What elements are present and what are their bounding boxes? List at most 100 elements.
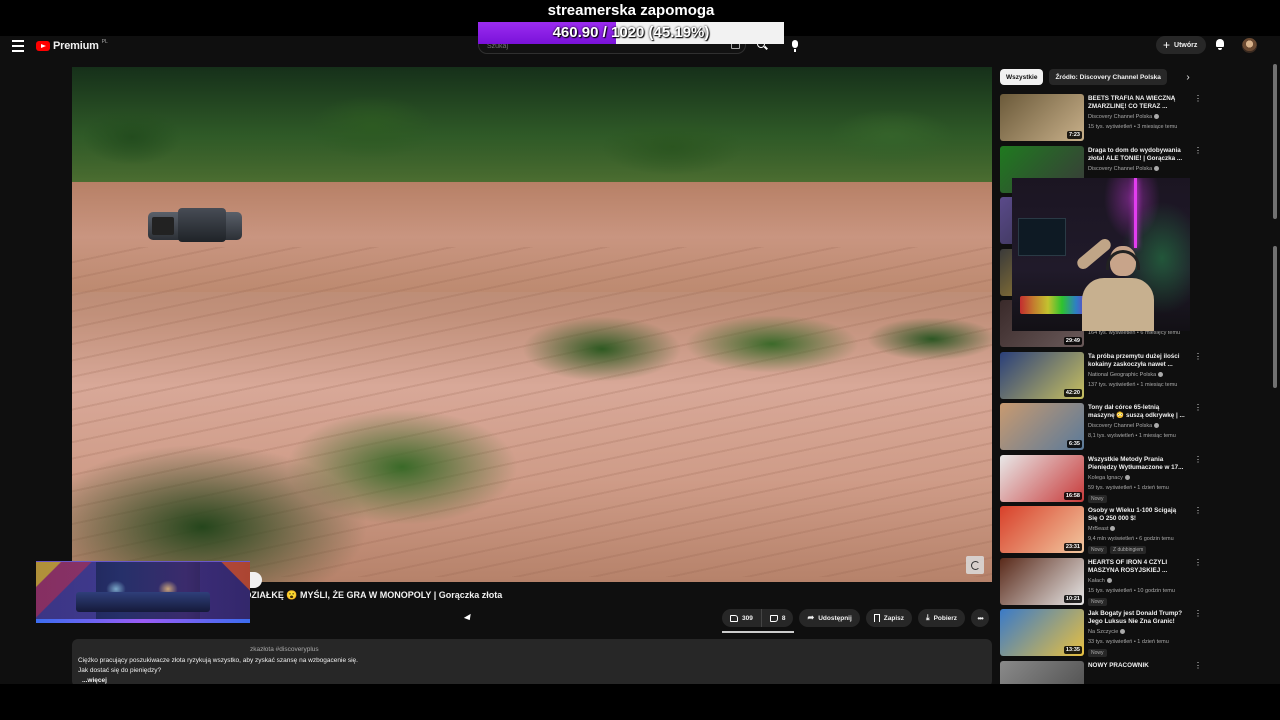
description-tags[interactable]: zkazłota #discoveryplus <box>250 646 319 653</box>
channel-name[interactable]: Discovery Channel Polska <box>1088 166 1152 172</box>
recommendation-thumbnail[interactable]: 7:23 <box>1000 94 1084 141</box>
youtube-logo[interactable]: Premium PL <box>36 38 108 54</box>
recommendation-meta: 137 tys. wyświetleń • 1 miesiąc temu <box>1088 381 1178 388</box>
description-box[interactable]: zkazłota #discoveryplus Ciężko pracujący… <box>72 639 992 684</box>
channel-name[interactable]: National Geographic Polska <box>1088 372 1156 378</box>
recommendation-title[interactable]: Tony dał córce 65-letnią maszynę 😳 suszą… <box>1088 404 1186 420</box>
video-frame-bushes-bottom <box>72 397 532 582</box>
download-button[interactable]: ⤓ Pobierz <box>918 609 966 627</box>
description-line-2: Jak dostać się do pieniędzy? <box>78 667 162 674</box>
chip-all[interactable]: Wszystkie <box>1000 69 1044 85</box>
recommendation-thumbnail[interactable]: 16:58 <box>1000 454 1084 502</box>
more-actions-button[interactable]: ••• <box>971 609 990 627</box>
more-options-icon[interactable]: ⋮ <box>1194 352 1202 361</box>
recommendation-channel[interactable]: Discovery Channel Polska <box>1088 423 1160 429</box>
video-actions: 309 8 ➦ Udostępnij Zapisz ⤓ Pobierz ••• <box>722 609 990 627</box>
video-duration: 29:49 <box>1063 337 1082 345</box>
dislike-button[interactable]: 8 <box>762 609 794 627</box>
more-options-icon[interactable]: ⋮ <box>1194 507 1202 515</box>
donation-progress-text: 460.90 / 1020 (45.19%) <box>552 24 710 41</box>
voice-search-button[interactable] <box>785 36 805 56</box>
video-duration: 42:20 <box>1063 388 1082 397</box>
avatar[interactable] <box>1242 38 1257 53</box>
share-button[interactable]: ➦ Udostępnij <box>799 609 860 627</box>
share-label: Udostępnij <box>818 614 852 622</box>
recommendation-channel[interactable]: Na Szczycie <box>1088 629 1126 635</box>
create-button[interactable]: + Utwórz <box>1156 36 1206 54</box>
recommendation-title[interactable]: HEARTS OF IRON 4 CZYLI MASZYNA ROSYJSKIE… <box>1088 559 1186 575</box>
recommendation-thumbnail[interactable]: 23:31 <box>1000 506 1084 553</box>
recommendation-item[interactable]: 13:35 Jak Bogaty jest Donald Trump? Jego … <box>1000 609 1210 661</box>
download-icon: ⤓ <box>926 613 930 622</box>
recommendation-title[interactable]: Draga to dom do wydobywania złota! ALE T… <box>1088 147 1186 163</box>
menu-icon[interactable] <box>12 40 24 52</box>
recommendation-thumbnail[interactable] <box>1000 660 1084 684</box>
channel-name[interactable]: Kolega Ignacy <box>1088 475 1123 481</box>
more-options-icon[interactable]: ⋮ <box>1194 455 1202 464</box>
verified-icon <box>1120 629 1126 635</box>
video-duration: 16:58 <box>1063 491 1082 500</box>
video-player[interactable] <box>72 67 992 582</box>
recommendation-channel[interactable]: Kałach <box>1088 578 1112 584</box>
channel-name[interactable]: Na Szczycie <box>1088 629 1118 635</box>
recommendation-channel[interactable]: Discovery Channel Polska <box>1088 114 1160 120</box>
recommendation-title[interactable]: Jak Bogaty jest Donald Trump? Jego Luksu… <box>1088 610 1186 626</box>
verified-icon <box>1154 165 1160 171</box>
video-duration: 23:31 <box>1063 543 1082 551</box>
like-button[interactable]: 309 <box>722 609 762 627</box>
recommendation-item[interactable]: 7:23 BEETS TRAFIA NA WIECZNĄ ZMARZLINĘ! C… <box>1000 94 1210 146</box>
more-options-icon[interactable]: ⋮ <box>1194 95 1202 103</box>
chevron-right-icon[interactable]: › <box>1182 71 1194 83</box>
recommendation-item[interactable]: 23:31 Osoby w Wieku 1-100 Ścigają Się O 2… <box>1000 506 1210 558</box>
recommendation-thumbnail[interactable]: 10:21 <box>1000 557 1084 605</box>
recommendation-item[interactable]: 16:58 Wszystkie Metody Prania Pieniędzy W… <box>1000 454 1210 507</box>
verified-icon <box>1154 423 1160 429</box>
channel-name[interactable]: Discovery Channel Polska <box>1088 114 1152 120</box>
thumb-up-icon <box>730 614 738 622</box>
recommendation-item[interactable]: 6:35 Tony dał córce 65-letnią maszynę 😳 s… <box>1000 403 1210 455</box>
recommendation-title[interactable]: Osoby w Wieku 1-100 Ścigają Się O 250 00… <box>1088 507 1186 523</box>
recommendation-meta: 15 tys. wyświetleń • 10 godzin temu <box>1088 587 1175 594</box>
recommendation-channel[interactable]: MrBeast <box>1088 526 1116 532</box>
more-options-icon[interactable]: ⋮ <box>1194 610 1202 618</box>
recommendation-title[interactable]: BEETS TRAFIA NA WIECZNĄ ZMARZLINĘ! CO TE… <box>1088 95 1186 111</box>
scrollbar-thumb[interactable] <box>1273 246 1277 388</box>
video-frame-trees <box>72 67 992 182</box>
thumb-down-icon <box>769 614 778 622</box>
more-options-icon[interactable]: ⋮ <box>1194 146 1202 155</box>
recommendation-thumbnail[interactable]: 42:20 <box>1000 351 1084 399</box>
channel-name[interactable]: Kałach <box>1088 578 1105 584</box>
like-underline <box>722 631 794 633</box>
recommendation-thumbnail[interactable]: 13:35 <box>1000 609 1084 656</box>
verified-icon <box>1158 371 1164 377</box>
scrollbar[interactable] <box>1273 64 1277 219</box>
recommendation-meta: 33 tys. wyświetleń • 1 dzień temu <box>1088 639 1169 645</box>
plus-icon: + <box>1163 38 1171 52</box>
description-more-link[interactable]: ...więcej <box>82 677 107 684</box>
recommendation-item[interactable]: 10:21 HEARTS OF IRON 4 CZYLI MASZYNA ROSY… <box>1000 557 1210 610</box>
chip-source[interactable]: Źródło: Discovery Channel Polska <box>1049 69 1167 85</box>
recommendation-channel[interactable]: Kolega Ignacy <box>1088 475 1130 481</box>
recommendation-thumbnail[interactable]: 6:35 <box>1000 403 1084 450</box>
microphone-icon <box>792 40 798 52</box>
recommendation-title[interactable]: NOWY PRACOWNIK <box>1088 662 1186 670</box>
bookmark-icon <box>873 614 880 622</box>
recommendation-meta: 59 tys. wyświetleń • 1 dzień temu <box>1088 484 1169 491</box>
recommendation-channel[interactable]: National Geographic Polska <box>1088 371 1164 378</box>
like-dislike-group: 309 8 <box>722 609 794 627</box>
recommendation-item[interactable]: NOWY PRACOWNIK ⋮ <box>1000 660 1210 684</box>
notifications-icon[interactable] <box>1214 39 1226 51</box>
save-button[interactable]: Zapisz <box>865 609 913 627</box>
more-options-icon[interactable]: ⋮ <box>1194 661 1202 670</box>
recommendation-channel[interactable]: Discovery Channel Polska <box>1088 165 1160 172</box>
recommendation-item[interactable]: 42:20 Ta próba przemytu dużej ilości koka… <box>1000 351 1210 404</box>
channel-name[interactable]: Discovery Channel Polska <box>1088 423 1152 429</box>
recommendation-title[interactable]: Wszystkie Metody Prania Pieniędzy Wytłum… <box>1088 456 1186 472</box>
bottom-letterbox <box>0 684 1280 720</box>
channel-watermark-icon[interactable] <box>966 556 984 574</box>
more-options-icon[interactable]: ⋮ <box>1194 404 1202 412</box>
recommendation-title[interactable]: Ta próba przemytu dużej ilości kokainy z… <box>1088 353 1186 369</box>
channel-name[interactable]: MrBeast <box>1088 526 1108 532</box>
more-options-icon[interactable]: ⋮ <box>1194 558 1202 567</box>
video-frame-truck <box>148 208 242 242</box>
